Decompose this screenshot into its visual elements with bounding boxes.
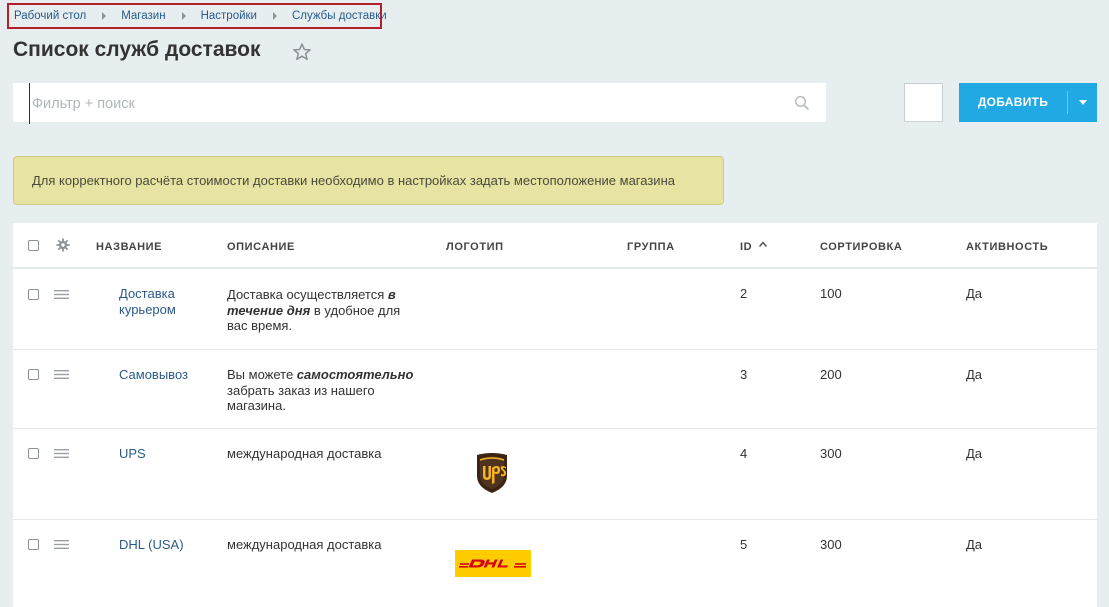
table-header: НАЗВАНИЕ ОПИСАНИЕ ЛОГОТИП ГРУППА ID СОРТ… bbox=[13, 223, 1097, 269]
service-id: 3 bbox=[740, 367, 748, 382]
service-sort: 300 bbox=[820, 537, 842, 552]
settings-square-button[interactable] bbox=[904, 83, 943, 122]
service-active: Да bbox=[966, 537, 983, 552]
search-input[interactable] bbox=[29, 83, 774, 124]
ups-logo bbox=[477, 453, 507, 493]
breadcrumb-separator-icon bbox=[102, 12, 107, 20]
table-row[interactable]: Доставка курьером Доставка осуществляетс… bbox=[13, 269, 1097, 350]
table-row[interactable]: DHL (USA) международная доставка 5 300 Д… bbox=[13, 520, 1097, 607]
search-box bbox=[13, 83, 826, 124]
description-text: забрать заказ из нашего магазина. bbox=[227, 382, 375, 414]
breadcrumb-delivery-services[interactable]: Службы доставки bbox=[292, 10, 387, 22]
breadcrumb: Рабочий стол Магазин Настройки Службы до… bbox=[7, 3, 387, 29]
breadcrumb-shop[interactable]: Магазин bbox=[121, 10, 165, 22]
service-description: Доставка осуществляется в течение дня в … bbox=[227, 287, 417, 334]
drag-handle-icon[interactable] bbox=[54, 290, 69, 299]
service-name-link[interactable]: Самовывоз bbox=[119, 367, 214, 383]
service-active: Да bbox=[966, 446, 983, 461]
breadcrumb-desktop[interactable]: Рабочий стол bbox=[14, 10, 86, 22]
row-checkbox[interactable] bbox=[28, 539, 39, 550]
breadcrumb-settings[interactable]: Настройки bbox=[201, 10, 257, 22]
column-header-description[interactable]: ОПИСАНИЕ bbox=[227, 241, 295, 253]
table-row[interactable]: Самовывоз Вы можете самостоятельно забра… bbox=[13, 350, 1097, 429]
service-id: 2 bbox=[740, 286, 748, 301]
column-header-name[interactable]: НАЗВАНИЕ bbox=[96, 241, 162, 253]
service-sort: 300 bbox=[820, 446, 842, 461]
column-header-logo[interactable]: ЛОГОТИП bbox=[446, 241, 504, 253]
service-description: Вы можете самостоятельно забрать заказ и… bbox=[227, 367, 417, 414]
service-name-link[interactable]: Доставка курьером bbox=[119, 286, 214, 317]
description-text: Вы можете bbox=[227, 367, 297, 382]
chevron-down-icon bbox=[1078, 100, 1087, 105]
column-header-sort[interactable]: СОРТИРОВКА bbox=[820, 241, 902, 253]
table-row[interactable]: UPS международная доставка 4 300 Да bbox=[13, 429, 1097, 520]
delivery-services-table: НАЗВАНИЕ ОПИСАНИЕ ЛОГОТИП ГРУППА ID СОРТ… bbox=[13, 223, 1097, 607]
add-dropdown-toggle[interactable] bbox=[1068, 83, 1097, 122]
description-text: Доставка осуществляется bbox=[227, 287, 388, 302]
favorite-star-icon[interactable] bbox=[292, 42, 312, 62]
row-checkbox[interactable] bbox=[28, 289, 39, 300]
page-title: Список служб доставок bbox=[13, 38, 261, 61]
select-all-checkbox[interactable] bbox=[28, 240, 39, 251]
sort-ascending-icon[interactable] bbox=[758, 240, 768, 248]
service-description: международная доставка bbox=[227, 446, 382, 461]
search-icon[interactable] bbox=[794, 95, 810, 111]
add-button-label[interactable]: ДОБАВИТЬ bbox=[959, 83, 1067, 122]
gear-icon[interactable] bbox=[56, 238, 70, 252]
location-warning-alert: Для корректного расчёта стоимости достав… bbox=[13, 156, 724, 205]
drag-handle-icon[interactable] bbox=[54, 370, 69, 379]
service-id: 5 bbox=[740, 537, 748, 552]
service-name-link[interactable]: UPS bbox=[119, 446, 214, 462]
column-header-group[interactable]: ГРУППА bbox=[627, 241, 675, 253]
service-sort: 100 bbox=[820, 286, 842, 301]
row-checkbox[interactable] bbox=[28, 369, 39, 380]
row-checkbox[interactable] bbox=[28, 448, 39, 459]
service-id: 4 bbox=[740, 446, 748, 461]
column-header-active[interactable]: АКТИВНОСТЬ bbox=[966, 241, 1048, 253]
service-sort: 200 bbox=[820, 367, 842, 382]
dhl-logo bbox=[455, 550, 531, 577]
breadcrumb-separator-icon bbox=[272, 12, 277, 20]
service-description: международная доставка bbox=[227, 537, 382, 552]
service-name-link[interactable]: DHL (USA) bbox=[119, 537, 214, 553]
breadcrumb-separator-icon bbox=[181, 12, 186, 20]
service-active: Да bbox=[966, 286, 983, 301]
description-emphasis: самостоятельно bbox=[296, 367, 414, 382]
drag-handle-icon[interactable] bbox=[54, 540, 69, 549]
drag-handle-icon[interactable] bbox=[54, 449, 69, 458]
column-header-id[interactable]: ID bbox=[740, 241, 752, 253]
service-active: Да bbox=[966, 367, 983, 382]
add-button[interactable]: ДОБАВИТЬ bbox=[959, 83, 1097, 122]
